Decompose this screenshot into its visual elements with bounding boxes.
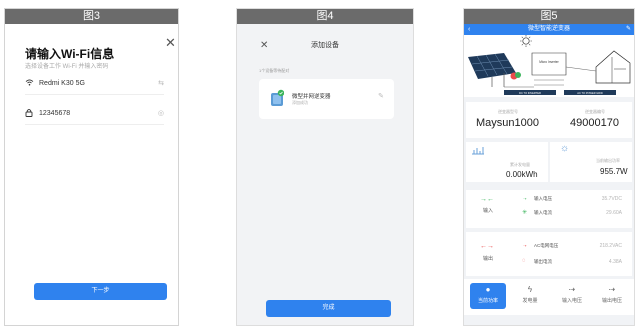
svg-text:Micro Inverter: Micro Inverter bbox=[539, 60, 559, 64]
serial-value: 49000170 bbox=[570, 117, 619, 129]
input-current-label: 输入电流 bbox=[534, 210, 552, 215]
output-current-label: 输出电流 bbox=[534, 259, 552, 264]
close-icon[interactable]: ✕ bbox=[165, 36, 176, 49]
output-section: ←→ 输出 ⇢ AC电网电压 218.2VAC ◌ 输出电流 4.38A bbox=[466, 232, 632, 276]
header-bar: ‹ 微型智能逆变器 ✎ bbox=[464, 24, 634, 35]
page-title: 添加设备 bbox=[311, 42, 339, 49]
figure-label: 图3 bbox=[5, 9, 178, 24]
eye-icon[interactable]: ◎ bbox=[158, 109, 164, 117]
pencil-icon[interactable]: ✎ bbox=[626, 24, 631, 35]
add-device-body: ✕ 添加设备 1个设备等待配对 微型并网逆变器 添加成功 ✎ 完成 bbox=[237, 24, 413, 325]
energy-label: 累计发电量 bbox=[510, 162, 530, 167]
wifi-icon bbox=[25, 78, 39, 88]
sun-icon: ☼ bbox=[560, 143, 570, 154]
switch-icon[interactable]: ⇆ bbox=[158, 79, 164, 87]
page-title: 微型智能逆变器 bbox=[527, 26, 570, 32]
next-button[interactable]: 下一步 bbox=[34, 283, 167, 300]
back-icon[interactable]: ‹ bbox=[468, 24, 470, 35]
dashboard-body: ‹ 微型智能逆变器 ✎ Micro Inverter DC TO INVERTE… bbox=[464, 24, 634, 325]
input-section: →← 输入 ⇢ 输入电压 35.7VDC ✳ 输入电流 29.60A bbox=[466, 190, 632, 228]
figure-label: 图4 bbox=[237, 9, 413, 24]
inverter-info-card: 逆变器型号 Maysun1000 逆变器编号 49000170 bbox=[466, 102, 632, 138]
tab-output-voltage[interactable]: ⇢ 输出电压 bbox=[594, 285, 630, 304]
solar-panel-icon bbox=[468, 53, 521, 87]
bolt-icon: ϟ bbox=[527, 285, 533, 294]
house-icon bbox=[595, 50, 631, 84]
lock-icon bbox=[25, 108, 39, 119]
input-voltage-label: 输入电压 bbox=[534, 196, 552, 201]
pairing-hint: 1个设备等待配对 bbox=[259, 68, 290, 73]
power-value: 955.7W bbox=[600, 167, 628, 176]
model-label: 逆变器型号 bbox=[498, 109, 518, 114]
voltage-icon: ⇢ bbox=[523, 196, 527, 201]
inverter-dashboard-screen: 图5 ‹ 微型智能逆变器 ✎ Micro Inverter DC TO INVE… bbox=[463, 8, 635, 326]
done-button[interactable]: 完成 bbox=[266, 300, 391, 317]
device-status: 添加成功 bbox=[292, 100, 308, 105]
power-card: ☼ 当前输出功率 955.7W bbox=[550, 142, 632, 182]
ssid-value: Redmi K30 5G bbox=[39, 79, 85, 87]
inverter-icon bbox=[271, 89, 284, 106]
input-voltage-value: 35.7VDC bbox=[601, 196, 622, 202]
current-icon: ✳ bbox=[522, 210, 528, 216]
tab-energy[interactable]: ϟ 发电量 bbox=[512, 285, 548, 304]
voltage-icon: ⇢ bbox=[568, 285, 576, 294]
output-current-value: 4.38A bbox=[608, 259, 622, 265]
password-field[interactable]: 12345678 ◎ bbox=[25, 102, 164, 125]
page-title: 请输入Wi-Fi信息 bbox=[25, 47, 115, 61]
tab-current-power[interactable]: ● 当前功率 bbox=[470, 283, 506, 309]
output-label: 输出 bbox=[483, 256, 494, 262]
input-arrows-icon: →← bbox=[480, 196, 494, 203]
serial-label: 逆变器编号 bbox=[585, 109, 605, 114]
bottom-tab-bar: ● 当前功率 ϟ 发电量 ⇢ 输入电压 ⇢ 输出电压 bbox=[464, 279, 634, 315]
diagram-label-right: AC TO POWER GRID bbox=[577, 91, 603, 95]
chart-icon bbox=[472, 147, 484, 155]
power-label: 当前输出功率 bbox=[596, 158, 620, 163]
device-card[interactable]: 微型并网逆变器 添加成功 ✎ bbox=[259, 79, 394, 119]
model-value: Maysun1000 bbox=[476, 117, 539, 129]
input-label: 输入 bbox=[483, 208, 494, 214]
micro-inverter-icon: Micro Inverter bbox=[531, 52, 567, 86]
output-arrows-icon: ←→ bbox=[480, 243, 494, 250]
input-current-value: 29.60A bbox=[606, 210, 622, 216]
wifi-setup-screen: 图3 ✕ 请输入Wi-Fi信息 选择设备工作 Wi-Fi 并输入密码 Redmi… bbox=[4, 8, 179, 326]
wifi-screen-body: ✕ 请输入Wi-Fi信息 选择设备工作 Wi-Fi 并输入密码 Redmi K3… bbox=[5, 24, 178, 325]
tab-label: 发电量 bbox=[522, 298, 538, 304]
password-value: 12345678 bbox=[39, 109, 71, 117]
grid-voltage-icon: ⇢ bbox=[523, 243, 527, 248]
sun-icon bbox=[520, 35, 532, 47]
page-subtitle: 选择设备工作 Wi-Fi 并输入密码 bbox=[25, 64, 109, 70]
figure-label: 图5 bbox=[464, 9, 634, 24]
solar-system-illustration: Micro Inverter DC TO INVERTER AC TO POWE… bbox=[468, 35, 631, 95]
add-device-screen: 图4 ✕ 添加设备 1个设备等待配对 微型并网逆变器 添加成功 ✎ 完成 bbox=[236, 8, 414, 326]
grid-voltage-value: 218.2VAC bbox=[599, 243, 622, 249]
system-diagram: Micro Inverter DC TO INVERTER AC TO POWE… bbox=[464, 35, 634, 97]
device-name: 微型并网逆变器 bbox=[292, 94, 331, 100]
tab-label: 当前功率 bbox=[477, 298, 498, 304]
voltage-out-icon: ⇢ bbox=[608, 285, 616, 294]
pencil-icon[interactable]: ✎ bbox=[378, 92, 384, 100]
power-icon: ● bbox=[485, 285, 491, 294]
tab-label: 输入电压 bbox=[561, 298, 582, 304]
energy-value: 0.00kWh bbox=[506, 170, 538, 179]
tab-label: 输出电压 bbox=[601, 298, 622, 304]
tab-input-voltage[interactable]: ⇢ 输入电压 bbox=[554, 285, 590, 304]
ssid-field[interactable]: Redmi K30 5G ⇆ bbox=[25, 72, 164, 95]
grid-voltage-label: AC电网电压 bbox=[534, 243, 559, 248]
energy-card: 累计发电量 0.00kWh bbox=[466, 142, 548, 182]
output-current-icon: ◌ bbox=[522, 258, 526, 264]
diagram-label-left: DC TO INVERTER bbox=[519, 91, 541, 95]
